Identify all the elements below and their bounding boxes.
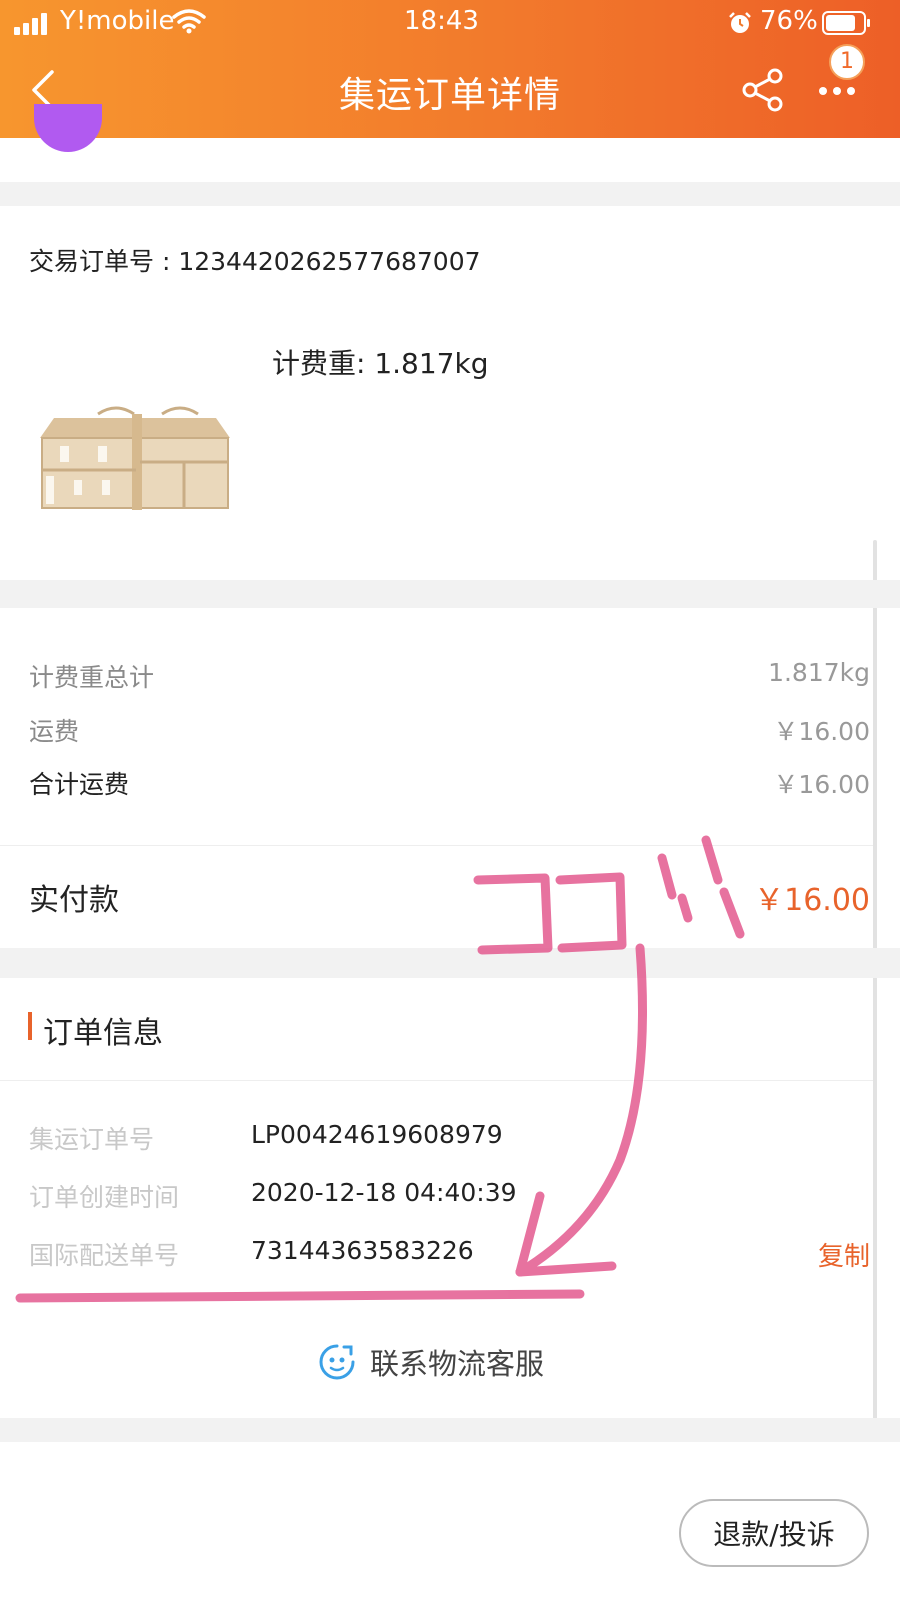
avatar [34, 104, 102, 152]
share-icon [742, 68, 783, 112]
paid-label: 实付款 [29, 883, 119, 918]
fee-label-total-weight: 计费重总计 [29, 663, 155, 692]
section-divider [0, 580, 900, 608]
battery-icon [822, 10, 872, 40]
divider-line [0, 1080, 873, 1081]
wifi-icon [172, 8, 206, 38]
chargeable-weight: 计费重: 1.817kg [272, 347, 489, 380]
info-value-consolidation-no: LP00424619608979 [251, 1120, 503, 1149]
share-button[interactable] [741, 68, 785, 112]
header-bar: Y!mobile 18:43 76% 集运订单详情 1 [0, 0, 900, 138]
section-divider [0, 182, 900, 206]
section-divider [0, 948, 900, 978]
signal-icon [14, 13, 54, 35]
contact-support-label: 联系物流客服 [370, 1347, 545, 1381]
section-divider [0, 1418, 900, 1442]
more-button[interactable] [815, 76, 859, 106]
product-image[interactable] [36, 404, 236, 514]
fee-value-total-shipping: ￥16.00 [773, 770, 870, 799]
fee-label-total-shipping: 合计运费 [29, 770, 130, 799]
contact-support-button[interactable]: 联系物流客服 [318, 1340, 544, 1384]
scrollbar[interactable] [873, 540, 877, 1420]
fee-label-shipping: 运费 [29, 717, 80, 746]
trade-order-number: 交易订单号 : 1234420262577687007 [29, 247, 481, 276]
chat-face-icon [319, 1344, 355, 1380]
more-icon [819, 87, 855, 95]
clock-label: 18:43 [404, 6, 479, 36]
info-label-consolidation-no: 集运订单号 [29, 1125, 155, 1154]
copy-button[interactable]: 复制 [818, 1236, 870, 1273]
refund-complaint-button[interactable]: 退款/投诉 [679, 1499, 869, 1567]
paid-value: ￥16.00 [754, 883, 870, 918]
divider-line [0, 845, 873, 846]
info-value-created-time: 2020-12-18 04:40:39 [251, 1178, 517, 1207]
order-info-title: 订单信息 [43, 1016, 163, 1051]
info-value-intl-tracking-no: 73144363583226 [251, 1236, 474, 1265]
carrier-label: Y!mobile [60, 6, 175, 36]
fee-value-total-weight: 1.817kg [768, 658, 870, 687]
info-label-created-time: 订单创建时间 [29, 1183, 180, 1212]
notification-badge: 1 [829, 44, 865, 80]
fee-value-shipping: ￥16.00 [773, 717, 870, 746]
info-label-intl-tracking-no: 国际配送单号 [29, 1241, 180, 1270]
battery-percent: 76% [760, 6, 818, 36]
alarm-icon [728, 11, 752, 39]
section-accent-bar [28, 1012, 32, 1040]
